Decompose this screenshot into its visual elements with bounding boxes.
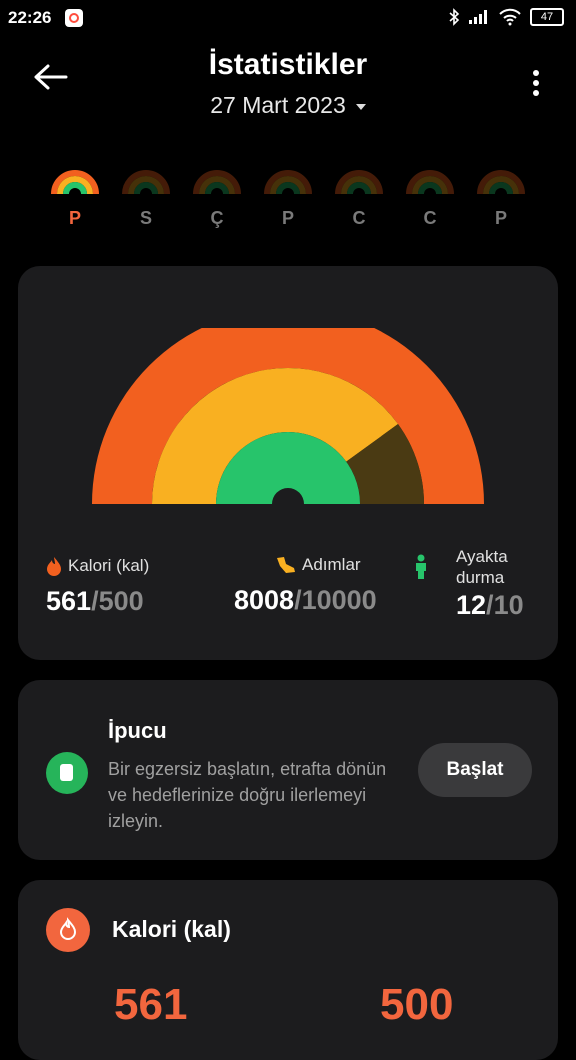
header: İstatistikler 27 Mart 2023 <box>0 40 576 140</box>
day-ring-icon <box>193 170 241 194</box>
calories-stat: Kalori (kal) 561/500 <box>46 556 150 616</box>
calories-label: Kalori (kal) <box>68 556 150 575</box>
wifi-icon <box>499 8 521 26</box>
calories-card-goal: 500 <box>380 980 454 1029</box>
screen-record-icon <box>65 9 83 27</box>
week-selector: PSÇPCCP <box>0 170 576 240</box>
status-time: 22:26 <box>8 8 52 27</box>
tip-card: İpucu Bir egzersiz başlatın, etrafta dön… <box>18 680 558 860</box>
day-ring-icon <box>51 170 99 194</box>
steps-value: 8008 <box>234 585 295 615</box>
day-ring-icon <box>122 170 170 194</box>
day-0[interactable]: P <box>45 170 105 229</box>
activity-rings-gauge <box>92 328 484 504</box>
day-label: S <box>139 208 152 228</box>
day-ring-icon <box>477 170 525 194</box>
day-label: Ç <box>210 208 224 228</box>
standing-person-icon <box>416 554 426 579</box>
day-6[interactable]: P <box>471 170 531 229</box>
more-options-icon[interactable] <box>526 68 546 98</box>
start-button[interactable]: Başlat <box>418 743 532 797</box>
standing-goal: 10 <box>493 590 524 620</box>
steps-label: Adımlar <box>302 555 361 574</box>
day-label: C <box>352 208 366 228</box>
calories-goal: 500 <box>98 586 144 616</box>
day-2[interactable]: Ç <box>187 170 247 229</box>
date-selector[interactable]: 27 Mart 2023 <box>0 92 576 119</box>
activity-card: Kalori (kal) 561/500 Adımlar 8008/10000 … <box>18 266 558 660</box>
status-icons: 47 <box>448 8 564 26</box>
day-label: C <box>423 208 437 228</box>
battery-icon: 47 <box>530 8 564 26</box>
flame-icon <box>47 557 61 576</box>
day-4[interactable]: C <box>329 170 389 229</box>
tip-title: İpucu <box>108 718 167 743</box>
page-title: İstatistikler <box>208 48 368 81</box>
day-3[interactable]: P <box>258 170 318 229</box>
steps-goal: 10000 <box>301 585 377 615</box>
calories-value: 561 <box>46 586 92 616</box>
flame-icon <box>46 908 90 952</box>
bluetooth-icon <box>449 8 460 26</box>
caret-down-icon <box>355 103 366 110</box>
day-label: P <box>281 208 294 228</box>
signal-icon <box>469 10 487 24</box>
day-label: P <box>68 208 81 228</box>
calories-card-value: 561 <box>114 980 188 1029</box>
tip-text: Bir egzersiz başlatın, etrafta dönün ve … <box>108 759 387 831</box>
day-1[interactable]: S <box>116 170 176 229</box>
day-ring-icon <box>335 170 383 194</box>
date-label: 27 Mart 2023 <box>210 92 346 118</box>
steps-stat: Adımlar 8008/10000 <box>234 555 377 615</box>
day-ring-icon <box>406 170 454 194</box>
standing-label: Ayakta durma <box>456 547 508 587</box>
day-label: P <box>494 208 507 228</box>
calories-card-title: Kalori (kal) <box>112 916 231 942</box>
standing-value: 12 <box>456 590 487 620</box>
day-ring-icon <box>264 170 312 194</box>
status-bar: 22:26 47 <box>0 0 576 40</box>
note-icon <box>46 752 88 794</box>
day-5[interactable]: C <box>400 170 460 229</box>
shoe-icon <box>277 557 295 573</box>
calories-card[interactable]: Kalori (kal) 561 500 <box>18 880 558 1060</box>
